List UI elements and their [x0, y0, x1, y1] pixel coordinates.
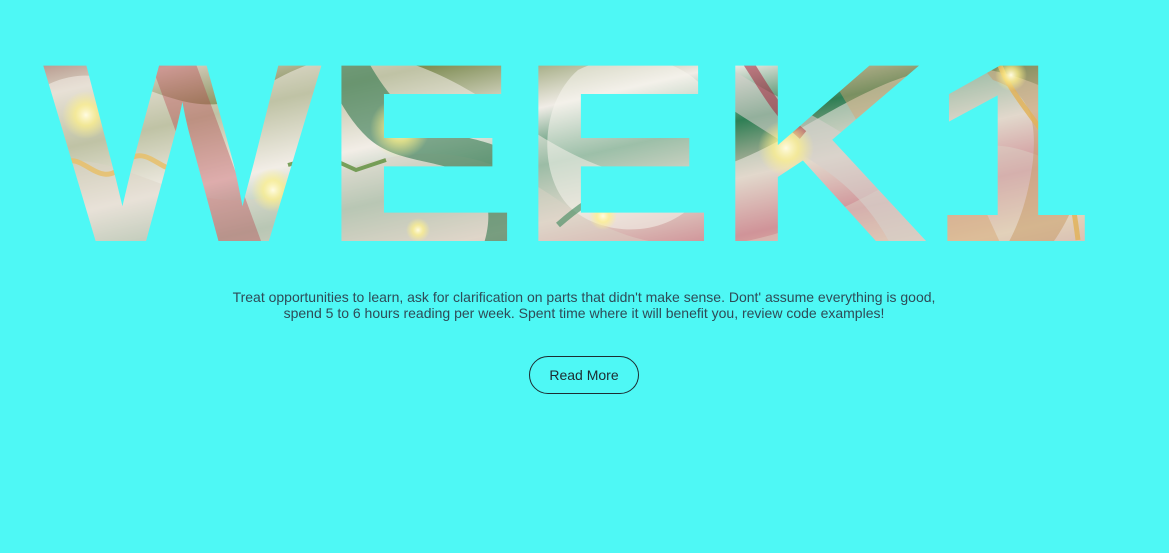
- hero-title-svg: WEEK1: [43, 20, 1093, 260]
- hero-title: WEEK1: [38, 20, 1098, 260]
- hero-section: WEEK1 Treat opportunities to learn, ask …: [0, 0, 1169, 553]
- hero-title-text: WEEK1: [43, 20, 1093, 260]
- hero-description: Treat opportunities to learn, ask for cl…: [232, 289, 936, 321]
- read-more-button[interactable]: Read More: [529, 356, 639, 394]
